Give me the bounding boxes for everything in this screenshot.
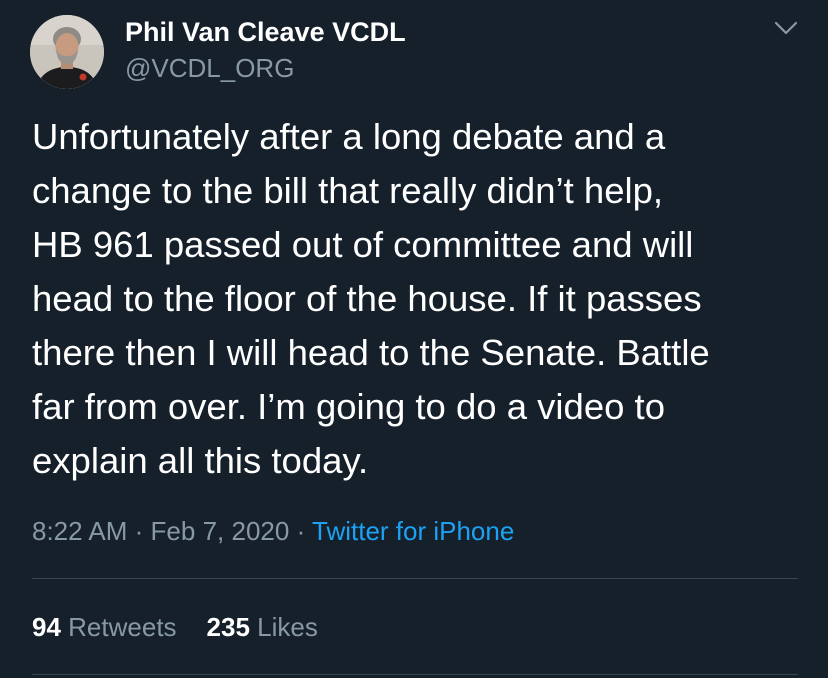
tweet-text-line: far from over. I’m going to do a video t… (32, 386, 665, 427)
chevron-down-icon[interactable] (772, 18, 800, 38)
likes-stat[interactable]: 235 Likes (207, 612, 318, 642)
tweet-text-line: there then I will head to the Senate. Ba… (32, 332, 710, 373)
tweet-text-line: head to the floor of the house. If it pa… (32, 278, 702, 319)
retweets-stat[interactable]: 94 Retweets (32, 612, 177, 642)
author-name[interactable]: Phil Van Cleave VCDL (125, 15, 406, 49)
tweet-meta: 8:22 AM · Feb 7, 2020 · Twitter for iPho… (32, 514, 514, 548)
tweet-card: Phil Van Cleave VCDL @VCDL_ORG Unfortuna… (0, 0, 828, 678)
meta-separator: · (296, 516, 306, 546)
tweet-source-link[interactable]: Twitter for iPhone (312, 516, 514, 546)
likes-count: 235 (206, 612, 250, 642)
tweet-text-line: Unfortunately after a long debate and a (32, 116, 666, 157)
retweets-label: Retweets (68, 612, 177, 642)
tweet-time[interactable]: 8:22 AM (32, 516, 127, 546)
tweet-stats: 94 Retweets 235 Likes (32, 610, 318, 644)
tweet-text-line: change to the bill that really didn’t he… (32, 170, 664, 211)
tweet-text-line: HB 961 passed out of committee and will (32, 224, 694, 265)
profile-photo-icon (30, 15, 104, 89)
tweet-text-line: explain all this today. (32, 440, 369, 481)
divider (32, 578, 798, 579)
avatar[interactable] (30, 15, 104, 89)
likes-label: Likes (257, 612, 318, 642)
retweets-count: 94 (32, 612, 61, 642)
tweet-text: Unfortunately after a long debate and a … (32, 110, 802, 488)
divider (32, 674, 798, 675)
tweet-date[interactable]: Feb 7, 2020 (151, 516, 290, 546)
meta-separator: · (134, 516, 144, 546)
author-handle[interactable]: @VCDL_ORG (125, 52, 294, 84)
